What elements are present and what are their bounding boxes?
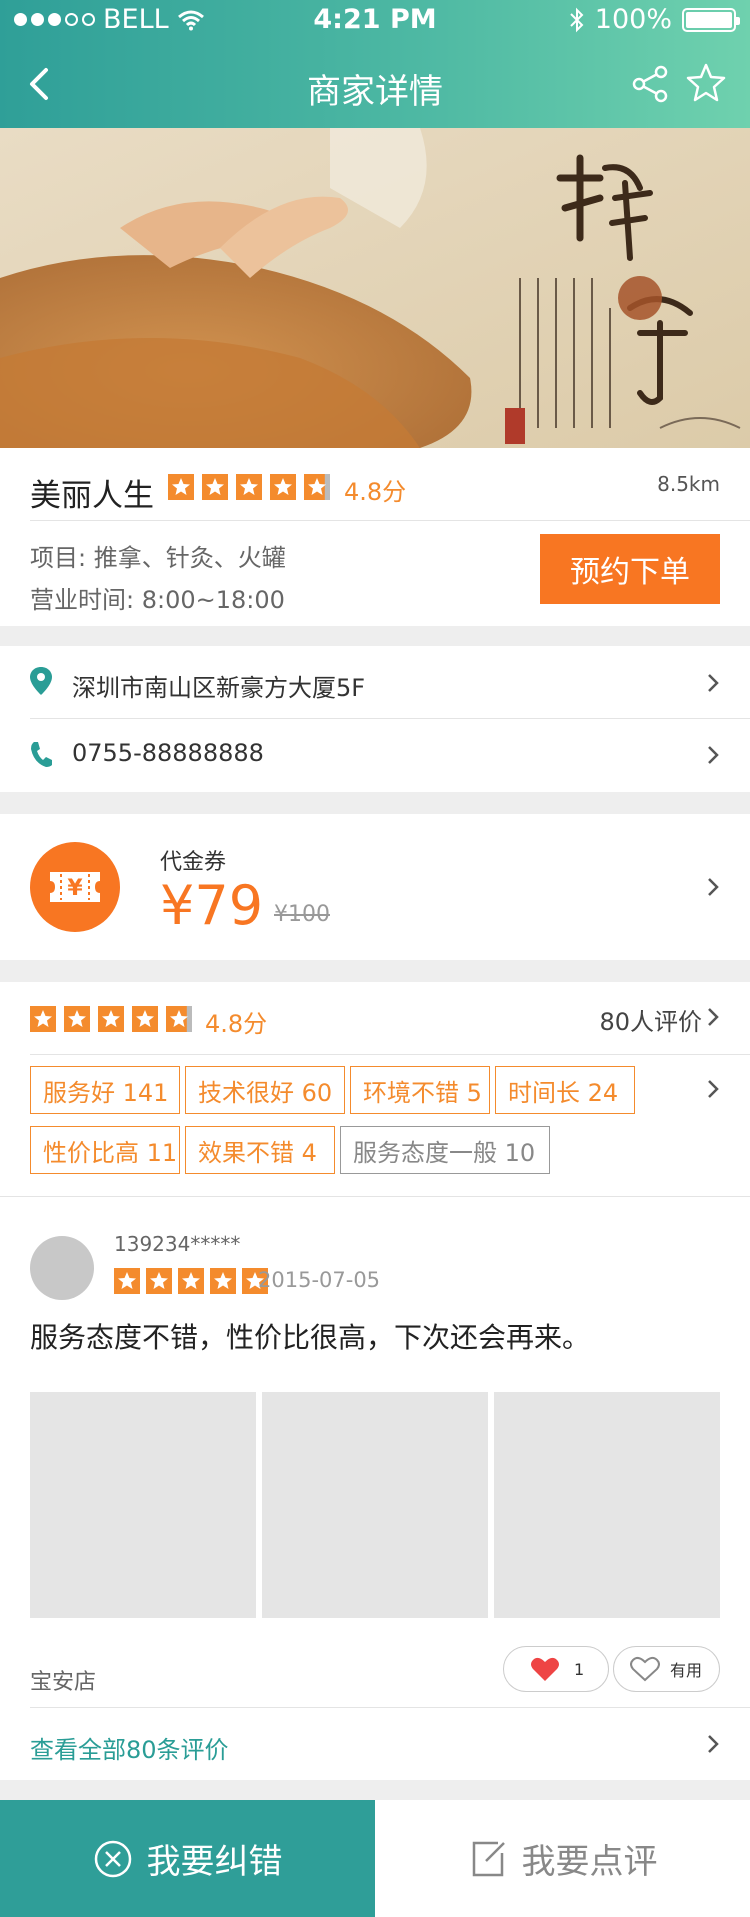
report-error-label: 我要纠错 xyxy=(146,1842,283,1882)
chevron-right-icon xyxy=(708,746,719,764)
write-review-label: 我要点评 xyxy=(521,1842,658,1882)
star-icon xyxy=(132,1006,158,1032)
star-icon xyxy=(236,474,262,500)
phone-row[interactable]: 0755-88888888 xyxy=(0,719,750,791)
contact-card: 深圳市南山区新豪方大厦5F 0755-88888888 xyxy=(0,646,750,792)
chevron-right-icon xyxy=(708,878,719,896)
star-icon xyxy=(114,1268,140,1294)
review-tag[interactable]: 性价比高 11 xyxy=(30,1126,180,1174)
shop-rating-text: 4.8分 xyxy=(344,478,407,506)
nav-bar: 商家详情 xyxy=(0,44,750,128)
status-bar: BELL 4:21 PM 100% xyxy=(0,0,750,40)
projects-label: 项目: xyxy=(30,544,87,572)
review-tag[interactable]: 效果不错 4 xyxy=(185,1126,335,1174)
hours-label: 营业时间: xyxy=(30,586,135,614)
review-summary-row[interactable]: 4.8分 80人评价 xyxy=(0,982,750,1054)
shop-distance: 8.5km xyxy=(657,472,720,496)
star-icon xyxy=(30,1006,56,1032)
review-item: 139234***** 2015-07-05 服务态度不错，性价比很高，下次还会… xyxy=(0,1196,750,1700)
review-tag[interactable]: 时间长 24 xyxy=(495,1066,635,1114)
phone-icon xyxy=(31,742,52,767)
star-icon xyxy=(64,1006,90,1032)
projects-value: 推拿、针灸、火罐 xyxy=(93,544,286,572)
edit-icon xyxy=(472,1841,505,1876)
coupon-card[interactable]: ¥ 代金券 ¥79 ¥100 xyxy=(0,814,750,960)
useful-button[interactable]: 有用 xyxy=(613,1646,720,1692)
avatar xyxy=(30,1236,94,1300)
coupon-icon-text: ¥ xyxy=(67,876,83,901)
shop-projects: 项目: 推拿、针灸、火罐 xyxy=(30,538,286,573)
star-icon xyxy=(166,1006,192,1032)
review-photo[interactable] xyxy=(30,1392,256,1618)
review-count: 80人评价 xyxy=(599,1008,702,1036)
battery-percent: 100% xyxy=(594,4,672,35)
bottom-action-bar: 我要纠错 我要点评 xyxy=(0,1800,750,1917)
shop-name: 美丽人生 xyxy=(30,478,154,514)
star-icon xyxy=(98,1006,124,1032)
star-icon xyxy=(168,474,194,500)
divider xyxy=(30,1054,750,1055)
book-order-button[interactable]: 预约下单 xyxy=(540,534,720,604)
heart-outline-icon xyxy=(630,1656,660,1682)
divider xyxy=(30,520,750,521)
review-photo[interactable] xyxy=(494,1392,720,1618)
write-review-button[interactable]: 我要点评 xyxy=(375,1800,750,1917)
chevron-right-icon xyxy=(708,1008,719,1026)
favorite-star-icon[interactable] xyxy=(686,62,726,102)
star-icon xyxy=(202,474,228,500)
star-icon xyxy=(270,474,296,500)
review-username: 139234***** xyxy=(114,1232,241,1256)
coupon-price: ¥79 xyxy=(160,874,264,937)
coupon-original-price: ¥100 xyxy=(274,902,330,927)
address-text: 深圳市南山区新豪方大厦5F xyxy=(72,674,366,702)
chevron-right-icon xyxy=(708,1735,719,1753)
hours-value: 8:00~18:00 xyxy=(141,586,285,614)
review-store: 宝安店 xyxy=(30,1670,97,1695)
star-icon xyxy=(178,1268,204,1294)
review-tag[interactable]: 环境不错 5 xyxy=(350,1066,490,1114)
shop-info-card: 美丽人生 4.8分 8.5km 项目: 推拿、针灸、火罐 营业时间: 8:00~… xyxy=(0,448,750,626)
coupon-ticket-icon: ¥ xyxy=(30,842,120,932)
bluetooth-icon xyxy=(570,7,584,32)
chevron-right-icon[interactable] xyxy=(704,1078,722,1100)
review-photo[interactable] xyxy=(262,1392,488,1618)
coupon-label: 代金券 xyxy=(160,850,227,875)
battery-icon xyxy=(682,7,740,32)
shop-rating-stars xyxy=(168,474,330,500)
like-button[interactable]: 1 xyxy=(503,1646,609,1692)
chevron-right-icon xyxy=(708,674,719,692)
star-icon xyxy=(304,474,330,500)
heart-filled-icon xyxy=(531,1657,559,1681)
address-row[interactable]: 深圳市南山区新豪方大厦5F xyxy=(0,646,750,718)
review-rating-stars xyxy=(30,1006,192,1032)
review-item-stars xyxy=(114,1268,268,1294)
shop-hours: 营业时间: 8:00~18:00 xyxy=(30,580,285,615)
shop-banner-image xyxy=(0,128,750,448)
share-icon[interactable] xyxy=(630,64,670,104)
star-icon xyxy=(210,1268,236,1294)
useful-label: 有用 xyxy=(670,1661,703,1680)
phone-text: 0755-88888888 xyxy=(72,739,264,767)
app-header: BELL 4:21 PM 100% 商家详情 xyxy=(0,0,750,128)
review-tag[interactable]: 技术很好 60 xyxy=(185,1066,345,1114)
view-all-reviews-row[interactable]: 查看全部80条评价 xyxy=(0,1708,750,1780)
location-pin-icon xyxy=(30,667,52,695)
view-all-reviews-link[interactable]: 查看全部80条评价 xyxy=(30,1730,229,1765)
review-rating-text: 4.8分 xyxy=(205,1010,268,1038)
review-tag[interactable]: 服务好 141 xyxy=(30,1066,180,1114)
review-date: 2015-07-05 xyxy=(258,1268,381,1292)
star-icon xyxy=(146,1268,172,1294)
reviews-card: 4.8分 80人评价 服务好 141 技术很好 60 环境不错 5 时间长 24… xyxy=(0,982,750,1780)
review-comment: 服务态度不错，性价比很高，下次还会再来。 xyxy=(30,1321,591,1354)
report-error-button[interactable]: 我要纠错 xyxy=(0,1800,375,1917)
review-tag[interactable]: 服务态度一般 10 xyxy=(340,1126,550,1174)
close-circle-icon xyxy=(94,1840,131,1877)
like-count: 1 xyxy=(574,1659,585,1679)
